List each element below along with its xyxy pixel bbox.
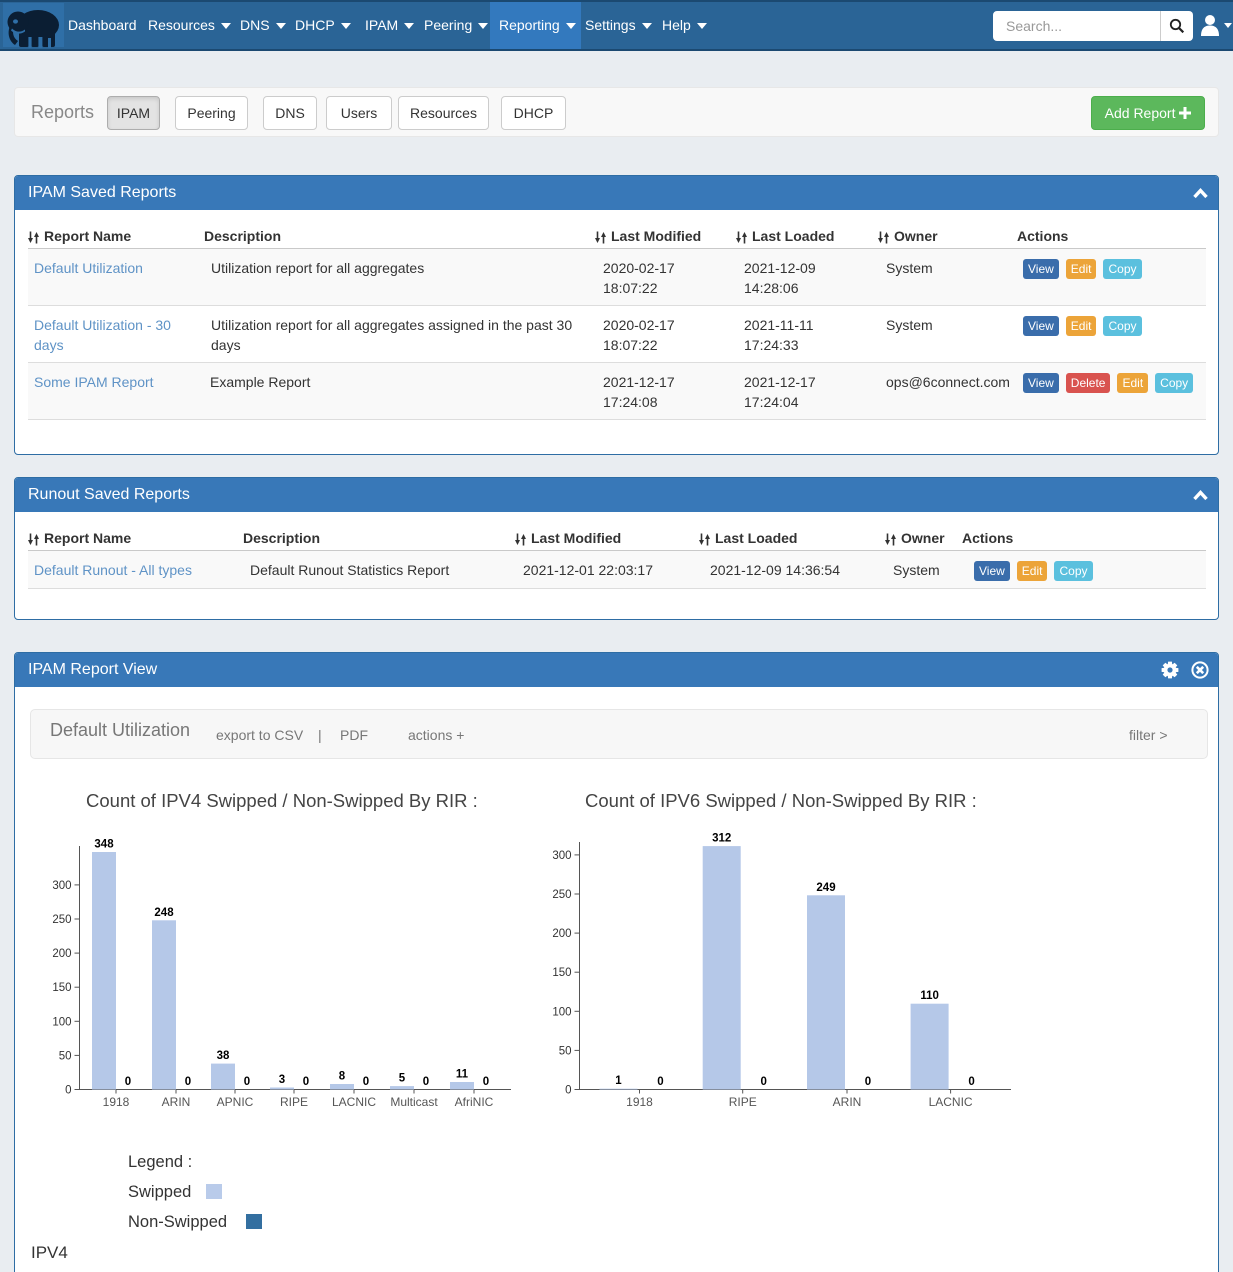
svg-text:0: 0 xyxy=(657,1076,663,1088)
svg-text:0: 0 xyxy=(303,1076,309,1088)
svg-text:3: 3 xyxy=(279,1074,285,1086)
svg-text:150: 150 xyxy=(52,982,71,994)
svg-text:0: 0 xyxy=(363,1076,369,1088)
svg-text:38: 38 xyxy=(217,1050,230,1062)
svg-text:0: 0 xyxy=(865,1076,871,1088)
svg-text:248: 248 xyxy=(154,907,174,919)
svg-text:348: 348 xyxy=(94,839,114,851)
svg-text:8: 8 xyxy=(339,1071,346,1083)
svg-text:ARIN: ARIN xyxy=(162,1095,191,1109)
svg-text:312: 312 xyxy=(712,833,731,845)
svg-text:200: 200 xyxy=(552,928,571,940)
svg-text:LACNIC: LACNIC xyxy=(929,1095,973,1109)
svg-text:ARIN: ARIN xyxy=(833,1095,862,1109)
svg-text:RIPE: RIPE xyxy=(729,1095,757,1109)
svg-text:0: 0 xyxy=(65,1085,71,1097)
svg-text:AfriNIC: AfriNIC xyxy=(455,1095,494,1109)
svg-text:250: 250 xyxy=(552,889,571,901)
svg-text:249: 249 xyxy=(816,882,835,894)
svg-text:200: 200 xyxy=(52,948,71,960)
svg-text:100: 100 xyxy=(552,1006,571,1018)
svg-text:0: 0 xyxy=(483,1076,489,1088)
svg-text:0: 0 xyxy=(185,1076,191,1088)
svg-text:1: 1 xyxy=(615,1075,622,1087)
svg-text:RIPE: RIPE xyxy=(280,1095,308,1109)
svg-text:0: 0 xyxy=(423,1076,429,1088)
svg-text:1918: 1918 xyxy=(103,1095,130,1109)
svg-text:0: 0 xyxy=(565,1085,571,1097)
svg-text:100: 100 xyxy=(52,1016,71,1028)
svg-text:0: 0 xyxy=(244,1076,250,1088)
svg-text:1918: 1918 xyxy=(626,1095,653,1109)
svg-text:Multicast: Multicast xyxy=(390,1095,438,1109)
svg-text:110: 110 xyxy=(920,990,939,1002)
svg-text:50: 50 xyxy=(59,1050,72,1062)
svg-text:250: 250 xyxy=(52,914,71,926)
svg-text:LACNIC: LACNIC xyxy=(332,1095,376,1109)
svg-text:APNIC: APNIC xyxy=(217,1095,254,1109)
svg-text:0: 0 xyxy=(760,1076,766,1088)
svg-text:300: 300 xyxy=(52,880,71,892)
svg-text:50: 50 xyxy=(559,1045,572,1057)
svg-text:0: 0 xyxy=(968,1076,974,1088)
svg-text:150: 150 xyxy=(552,967,571,979)
svg-text:300: 300 xyxy=(552,850,571,862)
svg-text:5: 5 xyxy=(399,1073,406,1085)
svg-text:11: 11 xyxy=(456,1069,469,1081)
svg-text:0: 0 xyxy=(125,1076,131,1088)
